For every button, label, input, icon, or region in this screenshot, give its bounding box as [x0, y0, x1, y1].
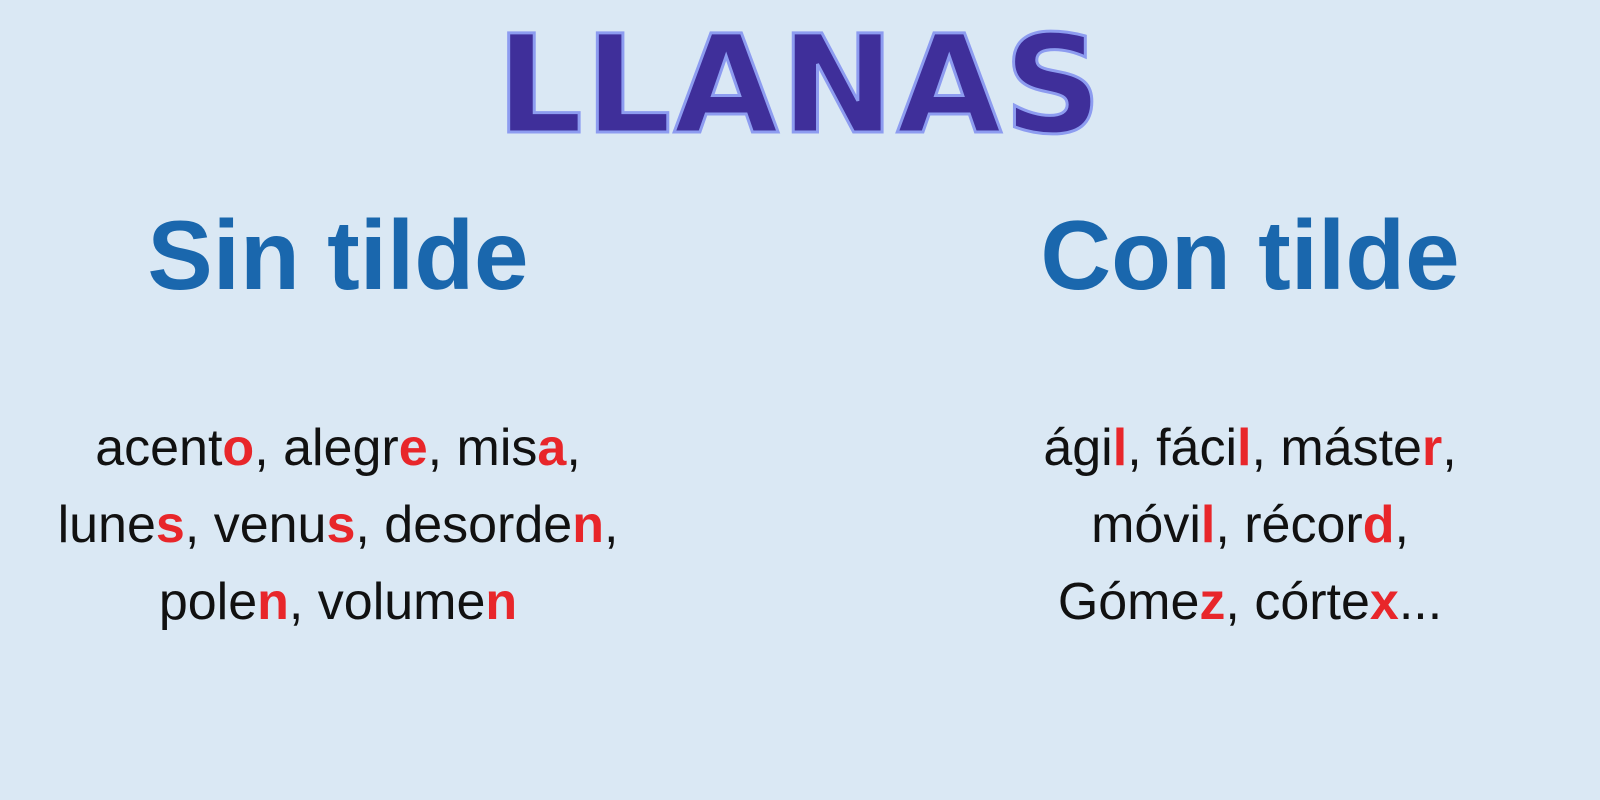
word-line: Gómez, córtex... [870, 564, 1600, 641]
word-list-sin-tilde: acento, alegre, misa, lunes, venus, desor… [0, 410, 718, 641]
word-text: , mis [427, 419, 538, 477]
word-text: lune [57, 496, 156, 554]
word-text: , [603, 496, 619, 554]
word-text: acent [95, 419, 223, 477]
word-line: acento, alegre, misa, [0, 410, 718, 487]
final-letter-highlight: s [155, 496, 185, 554]
word-text: , récor [1215, 496, 1363, 554]
word-line: ágil, fácil, máster, [870, 410, 1600, 487]
word-text: móvi [1091, 496, 1201, 554]
word-line: móvil, récord, [870, 487, 1600, 564]
word-text: , alegr [254, 419, 399, 477]
final-letter-highlight: r [1421, 419, 1443, 477]
final-letter-highlight: d [1362, 496, 1395, 554]
word-text: pole [158, 573, 258, 631]
word-text: , [1442, 419, 1457, 477]
word-text: ... [1398, 573, 1443, 631]
final-letter-highlight: l [1112, 419, 1128, 477]
word-text: Góme [1057, 573, 1200, 631]
final-letter-highlight: a [537, 419, 567, 477]
final-letter-highlight: n [485, 573, 518, 631]
word-text: , córte [1225, 573, 1370, 631]
slide: LLANAS Sin tilde acento, alegre, misa, lu… [0, 0, 1600, 800]
word-line: polen, volumen [0, 564, 718, 641]
word-text: , [1394, 496, 1409, 554]
word-list-con-tilde: ágil, fácil, máster, móvil, récord, Gómez,… [870, 410, 1600, 641]
final-letter-highlight: n [257, 573, 289, 631]
word-text: , desorde [355, 496, 573, 554]
final-letter-highlight: x [1369, 573, 1399, 631]
word-text: ági [1043, 419, 1113, 477]
word-text: , volume [288, 573, 486, 631]
final-letter-highlight: n [572, 496, 604, 554]
final-letter-highlight: l [1200, 496, 1216, 554]
word-text: , [566, 419, 581, 477]
page-title: LLANAS [495, 7, 1104, 165]
word-text: , fáci [1127, 419, 1238, 477]
final-letter-highlight: z [1199, 573, 1226, 631]
final-letter-highlight: e [398, 419, 428, 477]
column-heading-con-tilde: Con tilde [1040, 200, 1460, 310]
word-line: lunes, venus, desorden, [0, 487, 718, 564]
word-text: , venu [184, 496, 327, 554]
final-letter-highlight: s [326, 496, 356, 554]
final-letter-highlight: l [1237, 419, 1252, 477]
word-text: , máste [1251, 419, 1422, 477]
column-heading-sin-tilde: Sin tilde [147, 200, 529, 310]
final-letter-highlight: o [222, 419, 255, 477]
